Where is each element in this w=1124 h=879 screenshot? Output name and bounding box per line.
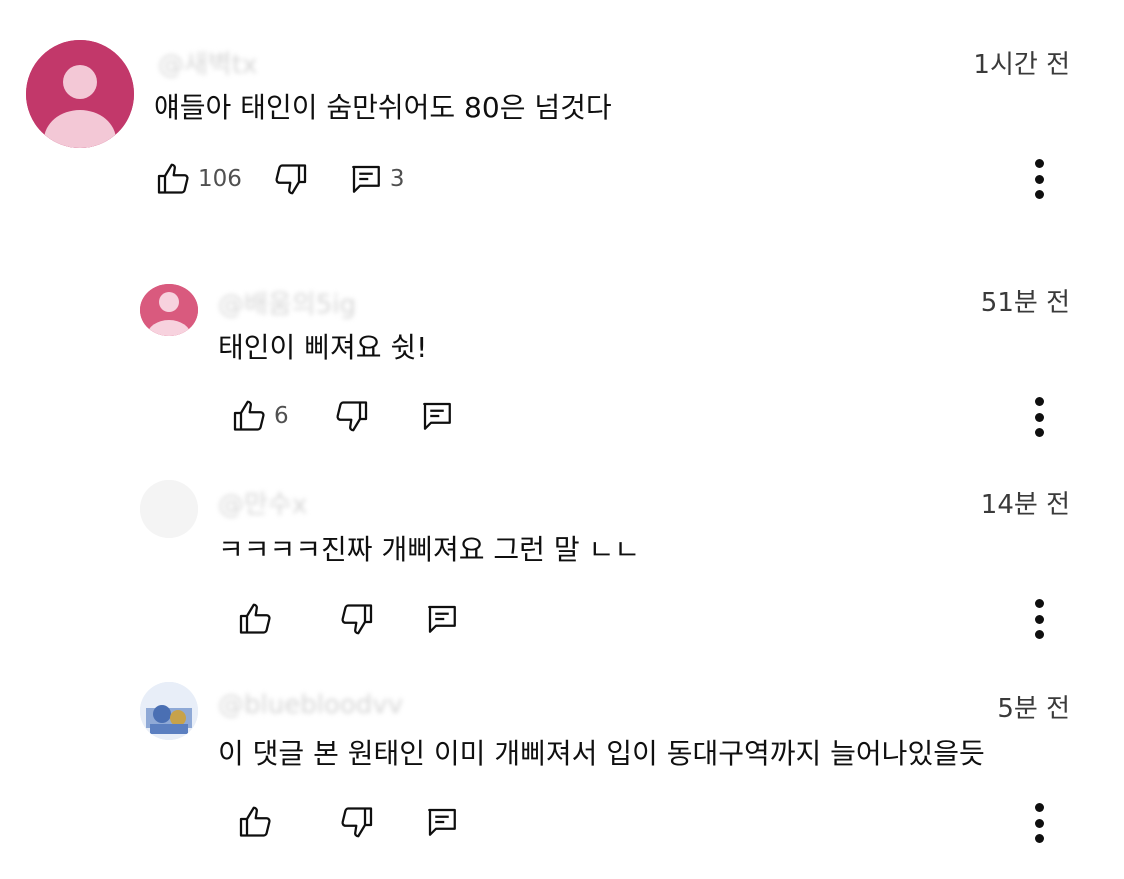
avatar[interactable] [140, 682, 198, 740]
comment-timestamp: 1시간 전 [973, 50, 1070, 80]
like-button[interactable]: 6 [232, 398, 289, 434]
avatar[interactable] [26, 40, 134, 148]
reply-button[interactable] [424, 804, 460, 840]
like-button[interactable]: 106 [156, 161, 242, 197]
like-button[interactable] [238, 601, 280, 637]
thumb-up-icon [239, 806, 271, 837]
thumb-down-icon [336, 401, 367, 432]
comment-text: 태인이 삐져요 쉿! [218, 331, 428, 364]
comment-author[interactable]: @새벽tx [158, 44, 257, 81]
dislike-button[interactable] [272, 161, 308, 197]
comment-author[interactable]: @배움의5ig [218, 284, 356, 321]
comment-actions: 106 3 [156, 157, 405, 201]
reply-count[interactable]: 3 [390, 166, 405, 192]
reply-item: @만수x 14분 전 ㅋㅋㅋㅋ진짜 개삐져요 그런 말 ㄴㄴ [0, 470, 1124, 670]
reply-button[interactable] [419, 398, 455, 434]
comment-icon [428, 605, 456, 633]
dislike-button[interactable] [338, 601, 374, 637]
thumb-up-icon [157, 163, 189, 194]
more-vertical-icon[interactable] [1032, 159, 1046, 199]
comment-icon [352, 165, 380, 193]
more-vertical-icon[interactable] [1032, 599, 1046, 639]
like-count: 106 [198, 166, 242, 192]
comment-text: 이 댓글 본 원태인 이미 개삐져서 입이 동대구역까지 늘어나있을듯 [218, 737, 985, 770]
user-silhouette-icon [140, 480, 198, 538]
more-vertical-icon[interactable] [1032, 397, 1046, 437]
user-silhouette-icon [26, 40, 134, 148]
comment-icon [428, 808, 456, 836]
comment-item: @새벽tx 1시간 전 얘들아 태인이 숨만쉬어도 80은 넘것다 106 3 [0, 0, 1124, 230]
like-count: 6 [274, 403, 289, 429]
reply-button[interactable] [424, 601, 460, 637]
comment-author[interactable]: @만수x [218, 484, 307, 521]
comment-timestamp: 51분 전 [980, 288, 1070, 318]
user-silhouette-icon [140, 284, 198, 336]
comment-text: ㅋㅋㅋㅋ진짜 개삐져요 그런 말 ㄴㄴ [218, 533, 641, 566]
comment-text: 얘들아 태인이 숨만쉬어도 80은 넘것다 [154, 91, 612, 124]
reply-item: @bluebloodvv 5분 전 이 댓글 본 원태인 이미 개삐져서 입이 … [0, 672, 1124, 872]
more-vertical-icon[interactable] [1032, 803, 1046, 843]
user-photo-icon [140, 682, 198, 740]
comment-actions [238, 800, 460, 844]
thumb-up-icon [233, 400, 265, 431]
comment-icon [422, 402, 451, 430]
comment-timestamp: 14분 전 [980, 490, 1070, 520]
reply-item: @배움의5ig 51분 전 태인이 삐져요 쉿! 6 [0, 270, 1124, 460]
comment-actions [238, 597, 460, 641]
comment-author[interactable]: @bluebloodvv [218, 690, 403, 720]
thumb-down-icon [341, 604, 373, 635]
avatar[interactable] [140, 480, 198, 538]
comment-actions: 6 [232, 394, 455, 438]
comment-timestamp: 5분 전 [997, 694, 1070, 724]
avatar[interactable] [140, 284, 198, 336]
dislike-button[interactable] [333, 398, 369, 434]
thumb-down-icon [275, 164, 307, 195]
like-button[interactable] [238, 804, 280, 840]
reply-button[interactable]: 3 [348, 161, 405, 197]
thumb-down-icon [341, 807, 373, 838]
thumb-up-icon [239, 603, 271, 634]
dislike-button[interactable] [338, 804, 374, 840]
